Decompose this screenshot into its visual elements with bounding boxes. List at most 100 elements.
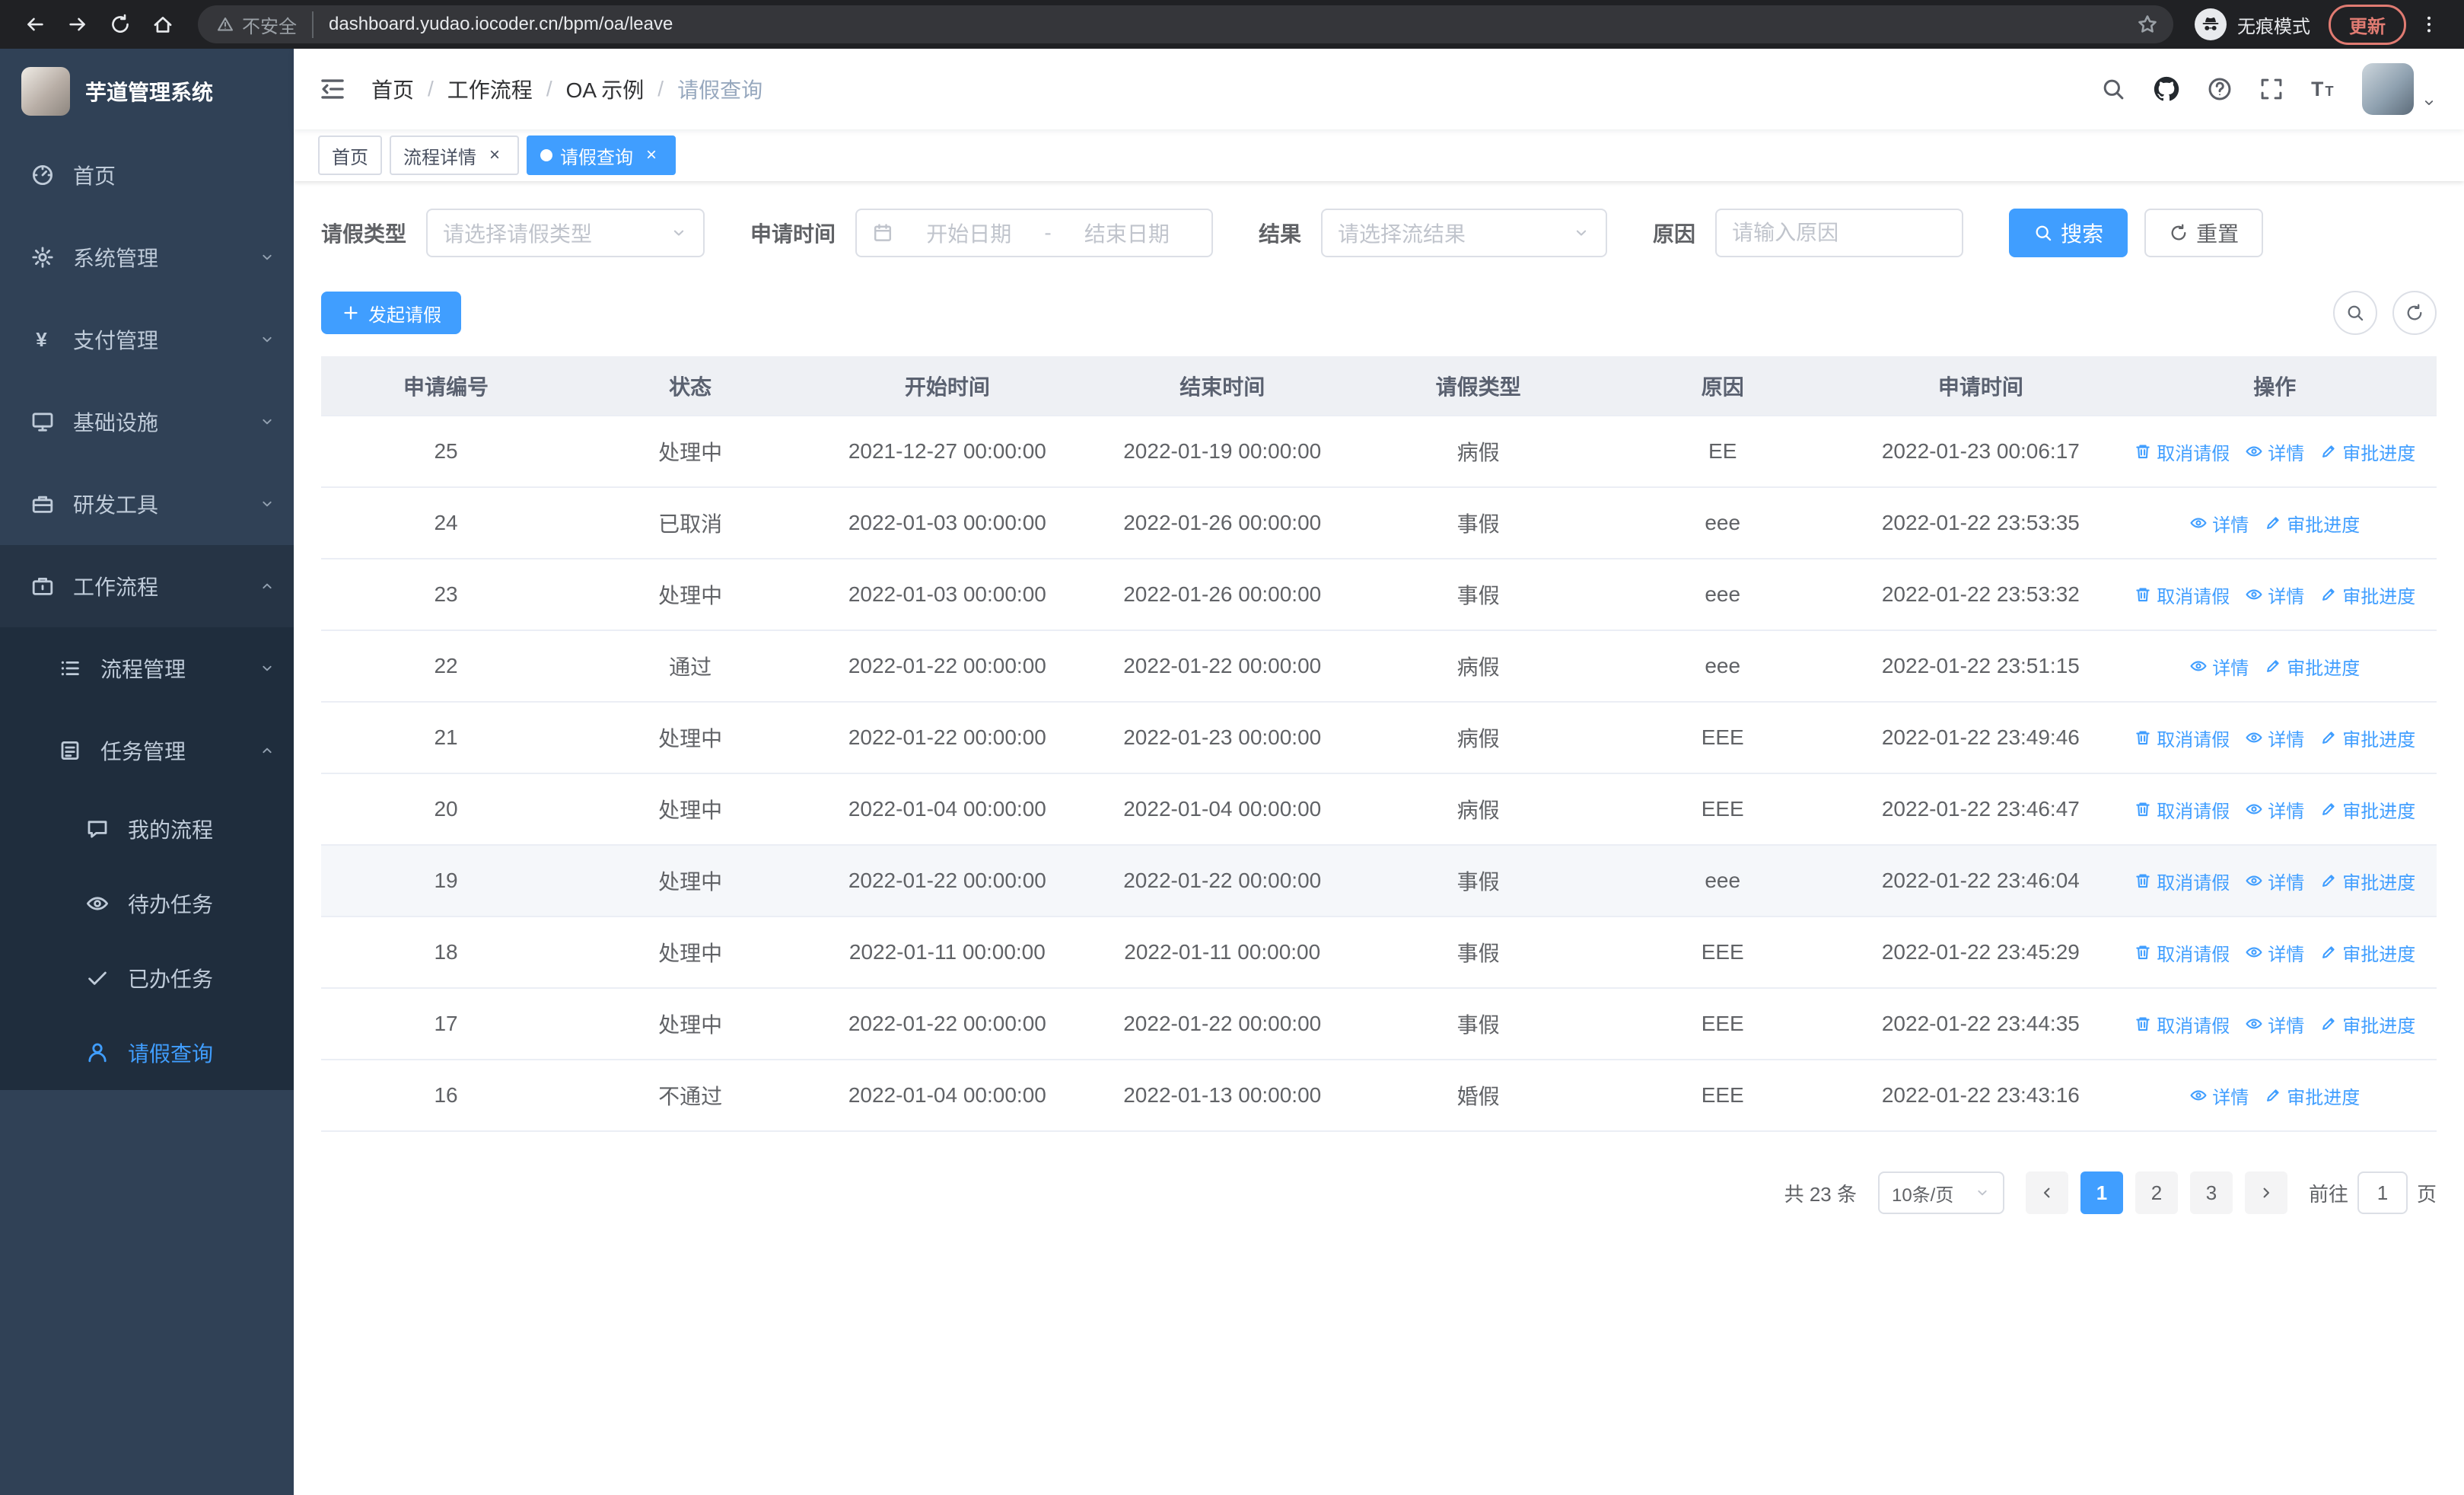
- sidebar-item-home[interactable]: 首页: [0, 134, 294, 216]
- detail-link[interactable]: 详情: [2245, 868, 2304, 894]
- sidebar-item-task-management[interactable]: 任务管理: [0, 709, 294, 792]
- column-header: 申请编号: [321, 356, 571, 416]
- detail-link[interactable]: 详情: [2245, 796, 2304, 823]
- approval-progress-link[interactable]: 审批进度: [2319, 438, 2415, 465]
- cancel-leave-link[interactable]: 取消请假: [2134, 939, 2230, 966]
- create-leave-button[interactable]: 发起请假: [321, 292, 461, 334]
- bookmark-star-icon[interactable]: [2129, 6, 2166, 43]
- sidebar-item-todo-tasks[interactable]: 待办任务: [0, 866, 294, 941]
- browser-update-button[interactable]: 更新: [2329, 4, 2406, 45]
- sidebar-item-devtools[interactable]: 研发工具: [0, 463, 294, 545]
- detail-link[interactable]: 详情: [2245, 582, 2304, 608]
- browser-forward-button[interactable]: [58, 5, 97, 44]
- cell-reason: EEE: [1597, 773, 1849, 846]
- approval-progress-link[interactable]: 审批进度: [2319, 868, 2415, 894]
- sidebar-item-system[interactable]: 系统管理: [0, 216, 294, 298]
- approval-progress-link[interactable]: 审批进度: [2319, 1011, 2415, 1038]
- browser-refresh-button[interactable]: [100, 5, 140, 44]
- approval-progress-link[interactable]: 审批进度: [2319, 796, 2415, 823]
- cell-id: 20: [321, 773, 571, 846]
- sidebar-item-process-management[interactable]: 流程管理: [0, 627, 294, 709]
- reset-button[interactable]: 重置: [2144, 209, 2264, 257]
- address-bar[interactable]: 不安全 dashboard.yudao.iocoder.cn/bpm/oa/le…: [198, 5, 2173, 43]
- leave-type-select[interactable]: 请选择请假类型: [426, 209, 705, 257]
- sidebar-item-my-process[interactable]: 我的流程: [0, 792, 294, 866]
- next-page-button[interactable]: [2244, 1171, 2287, 1214]
- chevron-down-icon: [259, 331, 275, 348]
- refresh-table-button[interactable]: [2392, 291, 2437, 335]
- sidebar-item-payment[interactable]: ¥ 支付管理: [0, 298, 294, 381]
- cancel-leave-link[interactable]: 取消请假: [2134, 438, 2230, 465]
- cell-start: 2022-01-22 00:00:00: [810, 702, 1085, 774]
- header-search-icon[interactable]: [2100, 76, 2126, 102]
- page-button-1[interactable]: 1: [2080, 1171, 2123, 1214]
- detail-link[interactable]: 详情: [2245, 725, 2304, 751]
- detail-link[interactable]: 详情: [2189, 1082, 2249, 1109]
- browser-menu-button[interactable]: [2409, 5, 2449, 44]
- user-menu[interactable]: [2362, 63, 2437, 115]
- approval-progress-link[interactable]: 审批进度: [2319, 725, 2415, 751]
- reason-input[interactable]: [1715, 209, 1964, 257]
- breadcrumb-item-oa-example[interactable]: OA 示例: [566, 74, 645, 104]
- cancel-leave-link[interactable]: 取消请假: [2134, 725, 2230, 751]
- result-select[interactable]: 请选择流结果: [1321, 209, 1608, 257]
- start-date-placeholder: 开始日期: [926, 222, 1012, 246]
- cell-id: 18: [321, 916, 571, 989]
- detail-link[interactable]: 详情: [2245, 939, 2304, 966]
- tab-close-icon[interactable]: ×: [484, 145, 505, 166]
- toggle-search-button[interactable]: [2333, 291, 2377, 335]
- cancel-leave-link[interactable]: 取消请假: [2134, 868, 2230, 894]
- approval-progress-link[interactable]: 审批进度: [2264, 510, 2360, 537]
- url-text[interactable]: dashboard.yudao.iocoder.cn/bpm/oa/leave: [329, 14, 2129, 35]
- browser-home-button[interactable]: [143, 5, 183, 44]
- cancel-leave-link[interactable]: 取消请假: [2134, 796, 2230, 823]
- breadcrumb-item-workflow[interactable]: 工作流程: [447, 74, 533, 104]
- approval-progress-link[interactable]: 审批进度: [2319, 582, 2415, 608]
- tab-leave-query[interactable]: 请假查询 ×: [527, 135, 676, 175]
- sidebar-item-infrastructure[interactable]: 基础设施: [0, 381, 294, 463]
- breadcrumb-item-home[interactable]: 首页: [371, 74, 414, 104]
- detail-link[interactable]: 详情: [2245, 438, 2304, 465]
- cell-type: 病假: [1359, 702, 1597, 774]
- chevron-down-icon: [259, 496, 275, 512]
- font-size-icon[interactable]: TT: [2310, 76, 2336, 102]
- sidebar-toggle-button[interactable]: [318, 75, 347, 104]
- tab-close-icon[interactable]: ×: [641, 145, 662, 166]
- filter-form: 请假类型 请选择请假类型 申请时间 开始日期 - 结束日期 结果 请选择流结果 …: [321, 209, 2437, 257]
- cell-actions: 取消请假 详情 审批进度: [2112, 702, 2437, 774]
- tab-process-detail[interactable]: 流程详情 ×: [390, 135, 519, 175]
- github-icon[interactable]: [2152, 75, 2181, 104]
- browser-back-button[interactable]: [15, 5, 55, 44]
- security-chip[interactable]: 不安全: [216, 11, 314, 38]
- cell-end: 2022-01-23 00:00:00: [1084, 702, 1360, 774]
- incognito-label: 无痕模式: [2237, 16, 2310, 37]
- approval-progress-link[interactable]: 审批进度: [2264, 653, 2360, 680]
- logo[interactable]: 芋道管理系统: [0, 49, 294, 134]
- apply-time-range-picker[interactable]: 开始日期 - 结束日期: [855, 209, 1214, 257]
- sidebar-item-workflow[interactable]: 工作流程: [0, 545, 294, 627]
- detail-link[interactable]: 详情: [2189, 653, 2249, 680]
- cancel-leave-link[interactable]: 取消请假: [2134, 1011, 2230, 1038]
- svg-text:T: T: [2326, 84, 2334, 99]
- help-icon[interactable]: [2207, 76, 2233, 102]
- prev-page-button[interactable]: [2025, 1171, 2068, 1214]
- fullscreen-icon[interactable]: [2259, 76, 2284, 102]
- approval-progress-link[interactable]: 审批进度: [2319, 939, 2415, 966]
- sidebar-item-leave-query[interactable]: 请假查询: [0, 1015, 294, 1090]
- detail-link[interactable]: 详情: [2189, 510, 2249, 537]
- cancel-leave-link[interactable]: 取消请假: [2134, 582, 2230, 608]
- page-size-select[interactable]: 10条/页: [1877, 1171, 2004, 1214]
- trash-icon: [2134, 442, 2152, 461]
- sidebar-item-done-tasks[interactable]: 已办任务: [0, 941, 294, 1015]
- search-button[interactable]: 搜索: [2009, 209, 2128, 257]
- detail-link[interactable]: 详情: [2245, 1011, 2304, 1038]
- chevron-down-icon: [2421, 95, 2437, 110]
- tab-home[interactable]: 首页: [318, 135, 382, 175]
- edit-icon: [2319, 1015, 2338, 1033]
- edit-icon: [2319, 585, 2338, 604]
- page-button-2[interactable]: 2: [2135, 1171, 2178, 1214]
- approval-progress-link[interactable]: 审批进度: [2264, 1082, 2360, 1109]
- page-button-3[interactable]: 3: [2189, 1171, 2233, 1214]
- chevron-down-icon: [1572, 224, 1590, 242]
- goto-page-input[interactable]: [2357, 1171, 2408, 1214]
